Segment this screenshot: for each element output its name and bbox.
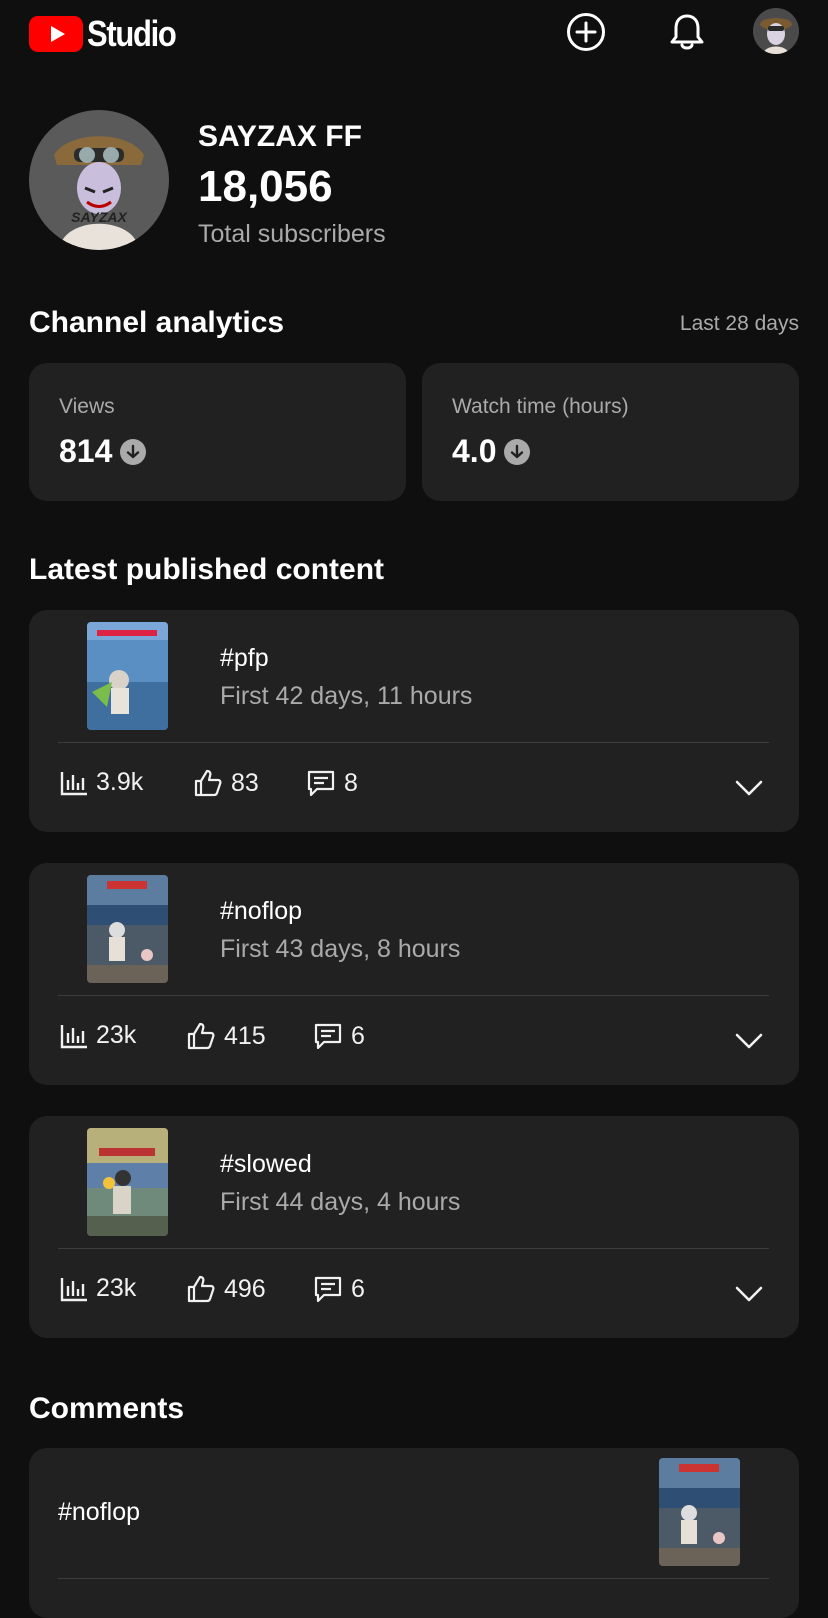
comments-count: 6: [351, 1274, 365, 1303]
expand-button[interactable]: [733, 772, 765, 804]
divider: [58, 1248, 769, 1249]
comments-count: 6: [351, 1021, 365, 1050]
watch-time-label: Watch time (hours): [452, 395, 629, 418]
arrow-down-circle-icon: [120, 438, 147, 465]
youtube-studio-logo[interactable]: Studio: [29, 13, 190, 55]
comment-card[interactable]: #noflop: [29, 1448, 799, 1618]
views-metric: 3.9k: [60, 768, 143, 797]
views-value-row: 814: [59, 433, 147, 470]
latest-content-title: Latest published content: [29, 553, 385, 586]
content-card[interactable]: #noflop First 43 days, 8 hours 23k 415 6: [29, 863, 799, 1085]
likes-count: 415: [224, 1021, 266, 1050]
views-card[interactable]: Views 814: [29, 363, 406, 501]
thumbs-up-icon: [187, 1275, 215, 1303]
views-count: 23k: [96, 1274, 137, 1302]
divider: [58, 995, 769, 996]
views-count: 3.9k: [96, 768, 144, 796]
views-label: Views: [59, 395, 115, 418]
bar-chart-icon: [60, 1024, 87, 1048]
comment-icon: [307, 770, 335, 797]
logo-text: Studio: [87, 13, 177, 54]
expand-button[interactable]: [733, 1025, 765, 1057]
comments-count: 8: [344, 768, 358, 797]
views-count: 23k: [96, 1021, 137, 1049]
expand-button[interactable]: [733, 1278, 765, 1310]
video-title: #noflop: [220, 897, 303, 925]
video-period: First 43 days, 8 hours: [220, 935, 461, 963]
arrow-down-circle-icon: [504, 438, 531, 465]
comment-icon: [314, 1023, 342, 1050]
plus-circle-icon: [567, 13, 605, 51]
comments-metric: 8: [306, 768, 358, 798]
video-thumbnail[interactable]: [87, 622, 168, 730]
subscriber-count: 18,056: [198, 162, 333, 211]
account-avatar[interactable]: [753, 8, 799, 54]
channel-avatar[interactable]: SAYZAX: [29, 110, 169, 250]
comment-icon: [314, 1276, 342, 1303]
chevron-down-icon: [735, 1033, 763, 1049]
create-button[interactable]: [564, 10, 608, 54]
video-title: #pfp: [220, 644, 269, 672]
chevron-down-icon: [735, 1286, 763, 1302]
comment-video-thumbnail[interactable]: [659, 1458, 740, 1566]
svg-text:SAYZAX: SAYZAX: [71, 209, 128, 225]
channel-name: SAYZAX FF: [198, 120, 362, 153]
likes-metric: 496: [186, 1274, 266, 1304]
likes-metric: 415: [186, 1021, 266, 1051]
channel-analytics-title: Channel analytics: [29, 306, 285, 339]
views-metric: 23k: [60, 1274, 136, 1303]
video-thumbnail[interactable]: [87, 875, 168, 983]
analytics-period: Last 28 days: [679, 312, 799, 335]
content-card[interactable]: #pfp First 42 days, 11 hours 3.9k 83 8: [29, 610, 799, 832]
watch-time-value-row: 4.0: [452, 433, 531, 470]
chevron-down-icon: [735, 780, 763, 796]
comments-metric: 6: [313, 1021, 365, 1051]
video-period: First 42 days, 11 hours: [220, 682, 473, 710]
top-app-bar: Studio: [0, 0, 828, 64]
youtube-play-icon: [29, 16, 83, 52]
bar-chart-icon: [60, 1277, 87, 1301]
comments-metric: 6: [313, 1274, 365, 1304]
divider: [58, 1578, 769, 1579]
comments-title: Comments: [29, 1392, 185, 1425]
divider: [58, 742, 769, 743]
thumbs-up-icon: [187, 1022, 215, 1050]
likes-count: 83: [231, 768, 259, 797]
thumbs-up-icon: [194, 769, 222, 797]
bell-icon: [670, 14, 704, 50]
notifications-button[interactable]: [665, 10, 709, 54]
video-title: #slowed: [220, 1150, 312, 1178]
watch-time-value: 4.0: [452, 433, 497, 469]
content-card[interactable]: #slowed First 44 days, 4 hours 23k 496 6: [29, 1116, 799, 1338]
video-thumbnail[interactable]: [87, 1128, 168, 1236]
comment-video-title: #noflop: [58, 1498, 141, 1526]
channel-summary: SAYZAX SAYZAX FF 18,056 Total subscriber…: [29, 110, 809, 250]
likes-count: 496: [224, 1274, 266, 1303]
likes-metric: 83: [193, 768, 259, 798]
bar-chart-icon: [60, 771, 87, 795]
watch-time-card[interactable]: Watch time (hours) 4.0: [422, 363, 799, 501]
video-period: First 44 days, 4 hours: [220, 1188, 461, 1216]
views-metric: 23k: [60, 1021, 136, 1050]
views-value: 814: [59, 433, 113, 469]
subscriber-label: Total subscribers: [198, 220, 386, 248]
